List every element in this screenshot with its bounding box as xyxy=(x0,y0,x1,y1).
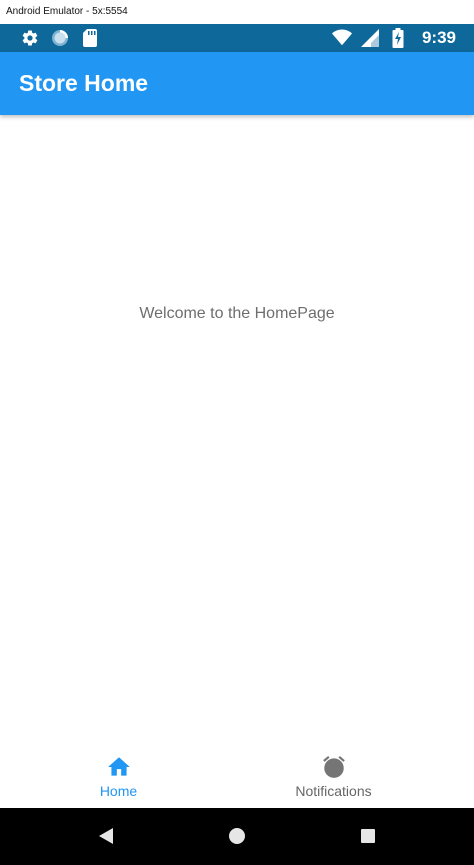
status-time: 9:39 xyxy=(421,28,456,47)
home-circle-icon[interactable] xyxy=(226,825,248,847)
app-bar: Store Home xyxy=(0,52,474,115)
gear-icon xyxy=(20,28,40,48)
window-title: Android Emulator - 5x:5554 xyxy=(0,0,474,24)
wifi-icon xyxy=(331,28,352,48)
alarm-clock-icon xyxy=(321,754,347,780)
bottom-navigation: Home Notifications xyxy=(0,747,474,808)
signal-icon xyxy=(360,28,380,48)
recents-icon[interactable] xyxy=(357,825,379,847)
tab-notifications[interactable]: Notifications xyxy=(215,747,452,808)
home-icon xyxy=(106,754,132,780)
status-bar: 9:39 xyxy=(0,24,474,52)
system-navigation-bar xyxy=(0,808,474,865)
welcome-label: Welcome to the HomePage xyxy=(139,305,335,322)
back-icon[interactable] xyxy=(95,825,117,847)
sync-icon xyxy=(50,28,70,48)
tab-notifications-label: Notifications xyxy=(295,783,372,799)
content-area: Welcome to the HomePage xyxy=(0,305,474,323)
battery-charging-icon xyxy=(388,28,408,48)
sd-card-icon xyxy=(80,28,100,48)
tab-home-label: Home xyxy=(99,783,138,799)
page-title: Store Home xyxy=(19,70,149,96)
